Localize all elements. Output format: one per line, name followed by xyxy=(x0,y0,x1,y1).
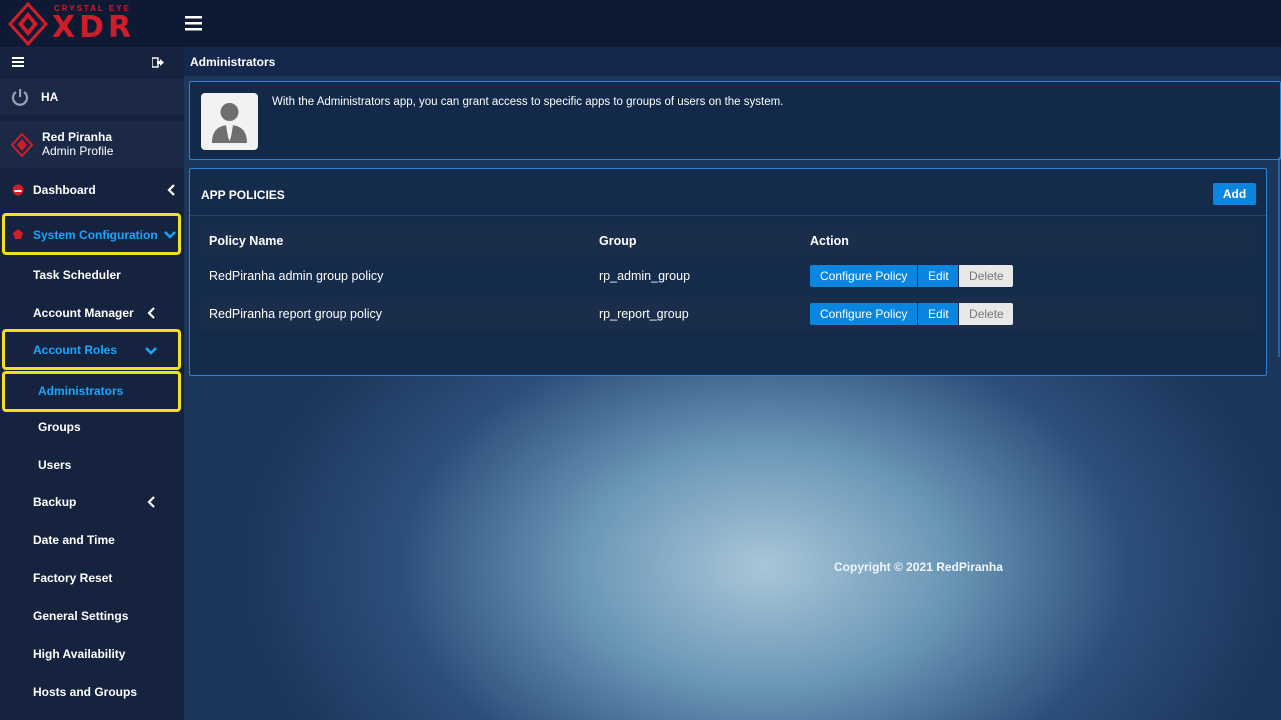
ha-label: HA xyxy=(41,90,59,104)
app-description: With the Administrators app, you can gra… xyxy=(272,96,784,108)
action-cell: Configure Policy Edit Delete xyxy=(810,259,1014,292)
column-header-policy-name[interactable]: Policy Name xyxy=(209,225,283,257)
sidebar-item-general-settings[interactable]: General Settings xyxy=(0,600,184,632)
edit-button[interactable]: Edit xyxy=(918,302,959,325)
table-header-row: Policy Name Group Action xyxy=(201,225,1256,257)
delete-button[interactable]: Delete xyxy=(959,264,1014,287)
chevron-left-icon xyxy=(147,496,155,508)
highlight-box xyxy=(2,371,181,412)
app-info-box: With the Administrators app, you can gra… xyxy=(189,81,1281,160)
sidebar-item-users[interactable]: Users xyxy=(0,449,184,481)
highlight-box xyxy=(2,329,181,370)
menu-toggle-icon[interactable] xyxy=(184,13,204,33)
edit-button[interactable]: Edit xyxy=(918,264,959,287)
sidebar-item-factory-reset[interactable]: Factory Reset xyxy=(0,562,184,594)
sidebar-label-hosts-and-groups: Hosts and Groups xyxy=(33,685,138,699)
table-row: RedPiranha report group policy rp_report… xyxy=(201,297,1256,330)
admin-profile[interactable]: Red Piranha Admin Profile xyxy=(0,121,184,168)
page-header: Administrators xyxy=(184,47,1281,76)
profile-logo-icon xyxy=(11,133,33,157)
column-header-action: Action xyxy=(810,234,849,248)
app-policies-panel: APP POLICIES Add Policy Name Group Actio… xyxy=(189,168,1267,376)
sidebar-item-hosts-and-groups[interactable]: Hosts and Groups xyxy=(0,676,184,708)
brand-name: XDR xyxy=(52,10,136,45)
sidebar-label-task-scheduler: Task Scheduler xyxy=(33,268,121,282)
group-cell: rp_report_group xyxy=(599,306,689,321)
delete-button[interactable]: Delete xyxy=(959,302,1014,325)
sidebar-label-dashboard: Dashboard xyxy=(33,183,96,197)
policy-name-cell: RedPiranha report group policy xyxy=(209,306,383,321)
copyright-text: Copyright © 2021 RedPiranha xyxy=(834,560,1003,574)
column-header-group[interactable]: Group xyxy=(599,225,637,257)
sidebar-label-groups: Groups xyxy=(38,420,81,434)
scrollbar[interactable] xyxy=(1278,157,1280,357)
sidebar-item-high-availability[interactable]: High Availability xyxy=(0,638,184,670)
sidebar-item-dashboard[interactable]: Dashboard xyxy=(0,173,184,207)
chevron-left-icon xyxy=(167,184,175,196)
sidebar-item-ha[interactable]: HA xyxy=(0,79,184,115)
sidebar-item-groups[interactable]: Groups xyxy=(0,411,184,443)
sidebar-label-users: Users xyxy=(38,458,72,472)
highlight-box xyxy=(2,213,181,255)
page-title: Administrators xyxy=(190,55,276,69)
add-button[interactable]: Add xyxy=(1213,183,1256,205)
sidebar-controls xyxy=(0,47,184,77)
sidebar-label-account-manager: Account Manager xyxy=(33,306,134,320)
logout-icon[interactable] xyxy=(152,57,164,68)
sidebar-label-backup: Backup xyxy=(33,495,77,509)
chevron-left-icon xyxy=(147,307,155,319)
profile-name: Red Piranha xyxy=(42,130,113,144)
top-bar: CRYSTAL EYE XDR xyxy=(0,0,1281,47)
action-cell: Configure Policy Edit Delete xyxy=(810,297,1014,330)
profile-role: Admin Profile xyxy=(42,144,114,158)
power-icon xyxy=(11,89,29,106)
sidebar-label-factory-reset: Factory Reset xyxy=(33,571,113,585)
sidebar-item-backup[interactable]: Backup xyxy=(0,486,184,518)
dashboard-icon xyxy=(12,184,24,196)
sidebar-item-date-and-time[interactable]: Date and Time xyxy=(0,524,184,556)
administrators-app-icon xyxy=(201,93,258,150)
group-cell: rp_admin_group xyxy=(599,268,691,283)
panel-header: APP POLICIES Add xyxy=(190,169,1266,216)
sidebar-label-general-settings: General Settings xyxy=(33,609,129,623)
configure-policy-button[interactable]: Configure Policy xyxy=(810,264,918,287)
policy-name-cell: RedPiranha admin group policy xyxy=(209,268,384,283)
sidebar-label-high-availability: High Availability xyxy=(33,647,126,661)
sidebar-label-date-and-time: Date and Time xyxy=(33,533,115,547)
sidebar: HA Red Piranha Admin Profile Dashboard S… xyxy=(0,47,184,720)
sidebar-collapse-icon[interactable] xyxy=(12,56,25,68)
sidebar-item-account-manager[interactable]: Account Manager xyxy=(0,297,184,329)
configure-policy-button[interactable]: Configure Policy xyxy=(810,302,918,325)
user-icon xyxy=(212,103,247,143)
main-content: Administrators With the Administrators a… xyxy=(184,47,1281,720)
panel-title: APP POLICIES xyxy=(201,188,285,202)
crystal-eye-logo[interactable]: CRYSTAL EYE XDR xyxy=(7,1,158,47)
logo-icon xyxy=(7,1,49,47)
table-row: RedPiranha admin group policy rp_admin_g… xyxy=(201,259,1256,292)
sidebar-item-task-scheduler[interactable]: Task Scheduler xyxy=(0,259,184,291)
